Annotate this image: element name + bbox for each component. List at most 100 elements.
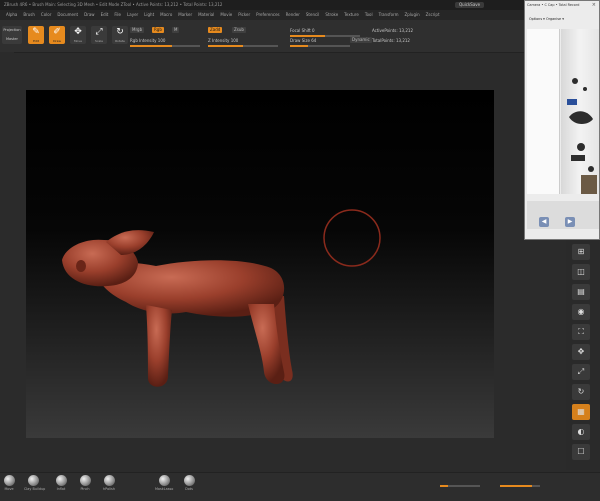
move-icon: ✥ (74, 27, 82, 37)
menu-texture[interactable]: Texture (344, 10, 359, 20)
mrgb-toggle[interactable]: Mrgb (130, 27, 145, 33)
menu-material[interactable]: Material (198, 10, 214, 20)
brush-clay-buildup[interactable]: Clay Buildup (24, 475, 46, 492)
projection-master-button[interactable]: Projection Master (2, 26, 22, 44)
popup-title: Camera • C Cap • Total Record (527, 3, 580, 7)
solo-icon: ☐ (577, 447, 585, 456)
document-canvas[interactable] (26, 90, 494, 438)
menu-transform[interactable]: Transform (379, 10, 399, 20)
transp-button[interactable]: ◐ (572, 424, 590, 440)
brush-sphere-icon (183, 475, 195, 486)
title-bar: ZBrush 4R6 • Brush Main: Selecting 3D Me… (0, 0, 600, 10)
quicksave-button[interactable]: QuickSave (455, 2, 485, 8)
menu-stroke[interactable]: Stroke (325, 10, 338, 20)
menu-color[interactable]: Color (41, 10, 51, 20)
rotate-button[interactable]: ↻ Rotate (112, 26, 128, 44)
m-toggle[interactable]: M (172, 27, 180, 33)
popup-close-icon[interactable]: × (592, 2, 596, 8)
top-toolbar: Projection Master ✎ Edit ✐ Draw ✥ Move ⤢… (0, 20, 600, 53)
frame-button[interactable]: ⛶ (572, 324, 590, 340)
scale-button[interactable]: ⤢ (572, 364, 590, 380)
zadd-toggle[interactable]: Zadd (208, 27, 223, 33)
brush-sphere-icon (3, 475, 15, 486)
bottom-slider-1-fill (440, 485, 448, 487)
bottom-slider-1[interactable] (440, 485, 480, 487)
edit-button[interactable]: ✎ Edit (28, 26, 44, 44)
menu-file[interactable]: File (114, 10, 121, 20)
menu-movie[interactable]: Movie (220, 10, 232, 20)
menu-edit[interactable]: Edit (101, 10, 109, 20)
menu-marker[interactable]: Marker (178, 10, 192, 20)
menu-picker[interactable]: Picker (238, 10, 250, 20)
focal-shift-label: Focal Shift 0 (290, 28, 315, 33)
brush-inflat[interactable]: Inflat (52, 475, 70, 492)
menu-macro[interactable]: Macro (160, 10, 172, 20)
menu-bar: Alpha Brush Color Document Draw Edit File Layer… (0, 10, 600, 20)
brush-label: Move (4, 487, 14, 491)
popup-prev-icon[interactable]: ◀ (539, 217, 549, 227)
menu-draw[interactable]: Draw (84, 10, 94, 20)
grid-icon: ⊞ (577, 247, 585, 256)
popup-next-icon[interactable]: ▶ (565, 217, 575, 227)
focal-shift-fill (290, 35, 325, 37)
z-intensity-label: Z Intensity 100 (208, 38, 239, 43)
draw-size-slider[interactable] (290, 45, 350, 47)
menu-preferences[interactable]: Preferences (256, 10, 280, 20)
move-icon: ✥ (577, 347, 585, 356)
grid-button[interactable]: ⊞ (572, 244, 590, 260)
menu-zplugin[interactable]: Zplugin (405, 10, 420, 20)
z-intensity-slider[interactable] (208, 45, 278, 47)
popup-status-bar (527, 201, 599, 229)
scale-button[interactable]: ⤢ Scale (91, 26, 107, 44)
bottom-shelf: Move Clay Buildup Inflat Pinch hPolish MaskLa… (0, 472, 600, 501)
brush-label: MaskLasso (155, 487, 174, 491)
brush-dots[interactable]: Dots (180, 475, 198, 492)
brush-sphere-icon (27, 475, 39, 486)
dynamic-toggle[interactable]: Dynamic (350, 37, 372, 43)
solo-button[interactable]: ☐ (572, 444, 590, 460)
menu-layer[interactable]: Layer (127, 10, 138, 20)
menu-alpha[interactable]: Alpha (6, 10, 17, 20)
z-intensity-fill (208, 45, 243, 47)
draw-button[interactable]: ✐ Draw (49, 26, 65, 44)
rgb-intensity-label: Rgb Intensity 100 (130, 38, 166, 43)
brush-label: Inflat (56, 487, 66, 491)
brush-label: Clay Buildup (24, 487, 46, 491)
zsub-toggle[interactable]: Zsub (232, 27, 246, 33)
polyframe-icon: ▦ (577, 407, 585, 416)
persp-button[interactable]: ◫ (572, 264, 590, 280)
brush-sphere-icon (158, 475, 170, 486)
polyframe-button[interactable]: ▦ (572, 404, 590, 420)
brush-cursor (323, 209, 381, 267)
move-button[interactable]: ✥ (572, 344, 590, 360)
camera-popup-window: Camera • C Cap • Total Record × Options … (524, 0, 600, 240)
brush-hpolish[interactable]: hPolish (100, 475, 118, 492)
brush-pinch[interactable]: Pinch (76, 475, 94, 492)
reference-photo (561, 29, 599, 194)
brush-move[interactable]: Move (0, 475, 18, 492)
menu-document[interactable]: Document (57, 10, 78, 20)
rgb-intensity-slider[interactable] (130, 45, 200, 47)
local-button[interactable]: ◉ (572, 304, 590, 320)
floor-button[interactable]: ▤ (572, 284, 590, 300)
floor-icon: ▤ (577, 287, 585, 296)
menu-stencil[interactable]: Stencil (306, 10, 320, 20)
menu-light[interactable]: Light (144, 10, 154, 20)
rotate-button[interactable]: ↻ (572, 384, 590, 400)
brush-masklasso[interactable]: MaskLasso (155, 475, 173, 492)
rgb-intensity-fill (130, 45, 172, 47)
bottom-slider-2[interactable] (500, 485, 540, 487)
sculpt-model[interactable] (62, 230, 293, 387)
active-points-readout: ActivePoints: 13,212 (372, 28, 414, 33)
right-shelf: ⊞ ◫ ▤ ◉ ⛶ ✥ ⤢ ↻ ▦ ◐ ☐ (566, 240, 600, 470)
rgb-toggle[interactable]: Rgb (152, 27, 164, 33)
viewport-render (62, 209, 381, 387)
menu-render[interactable]: Render (286, 10, 300, 20)
popup-menu[interactable]: Options ▾ Organise ▾ (529, 17, 564, 21)
menu-tool[interactable]: Tool (365, 10, 373, 20)
brush-sphere-icon (103, 475, 115, 486)
menu-brush[interactable]: Brush (23, 10, 35, 20)
menu-zscript[interactable]: Zscript (426, 10, 440, 20)
draw-size-fill (290, 45, 308, 47)
move-button[interactable]: ✥ Move (70, 26, 86, 44)
